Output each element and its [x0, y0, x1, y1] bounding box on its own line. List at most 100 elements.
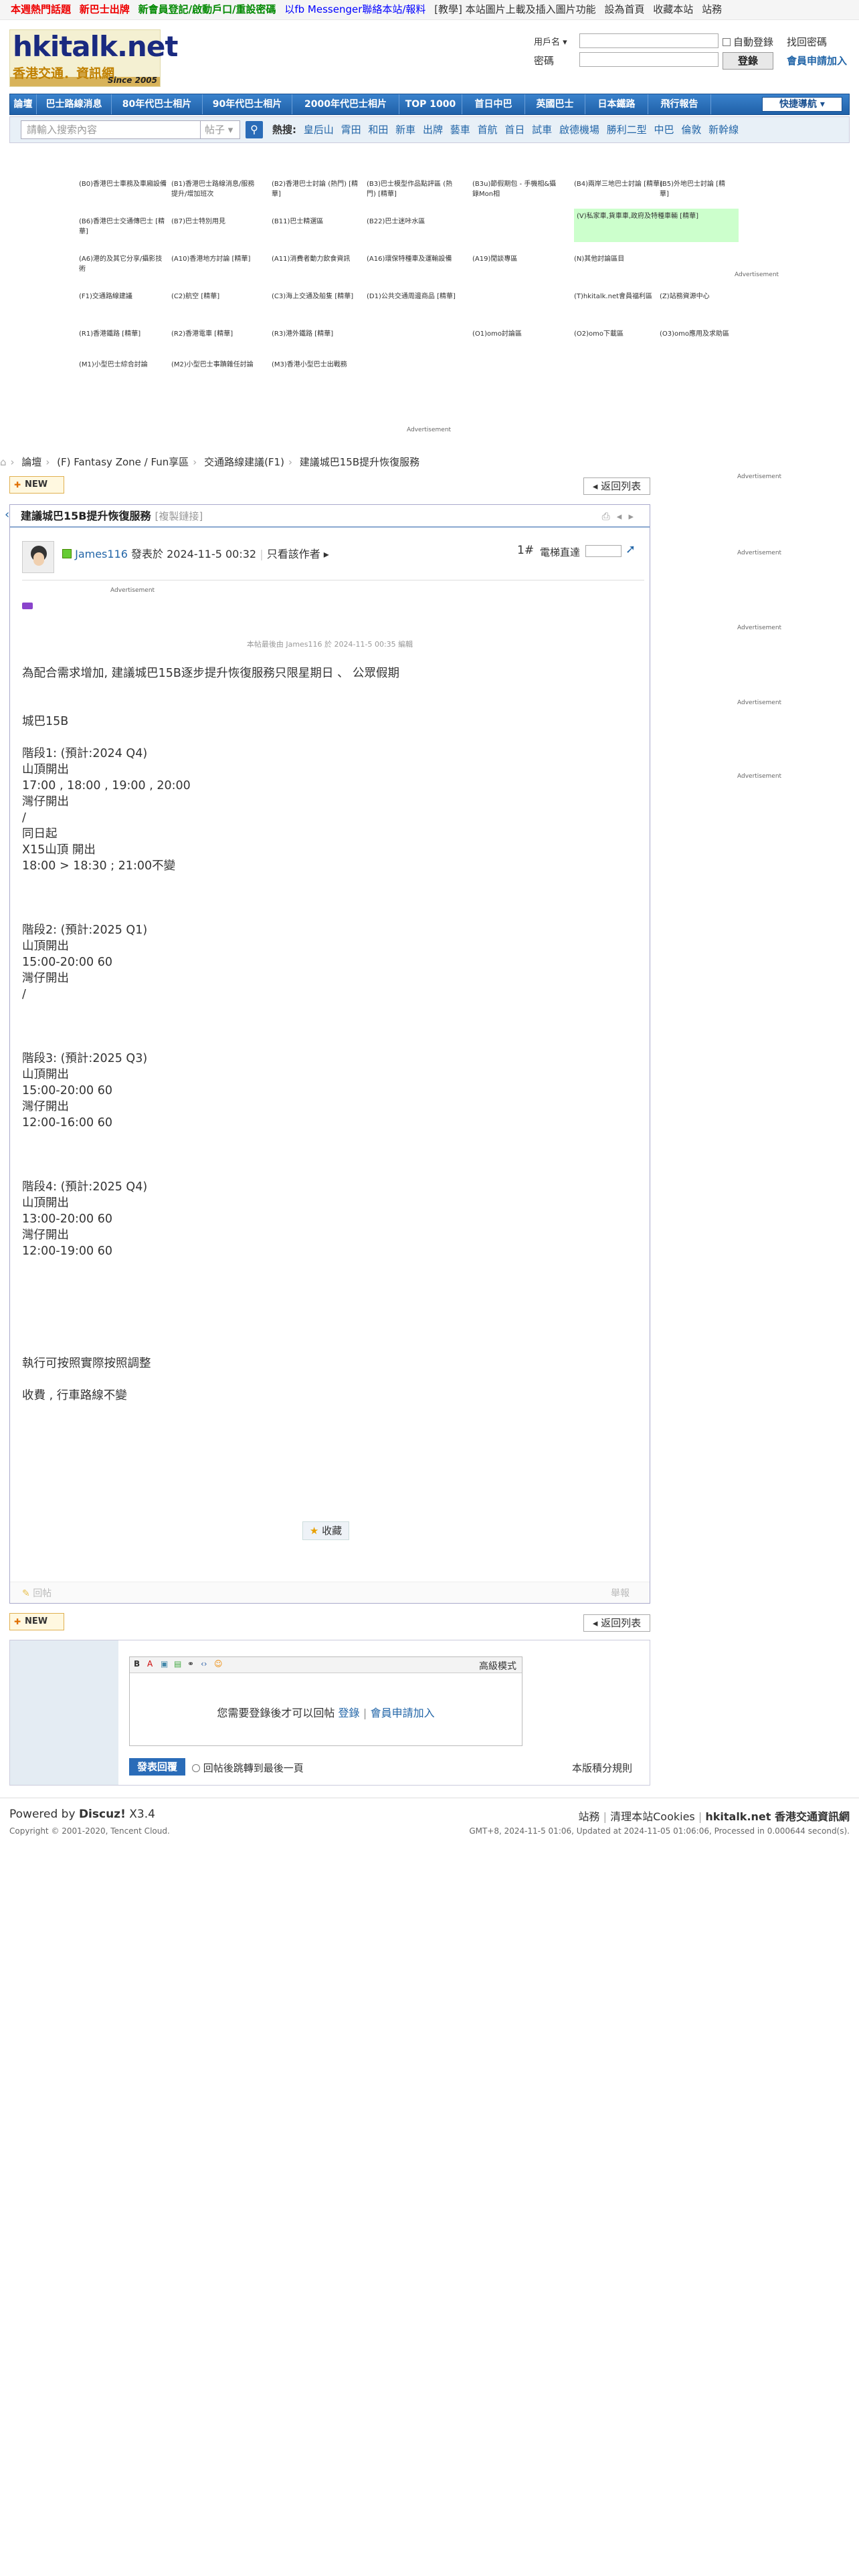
forum-link[interactable]: (B5)外地巴士討論 [精華]	[660, 179, 733, 199]
breadcrumb-item[interactable]: 交通路線建議(F1)	[204, 456, 284, 468]
hot-term[interactable]: 皇后山	[304, 124, 334, 136]
next-thread-icon[interactable]: ▸	[628, 510, 634, 522]
forum-link[interactable]: (M2)小型巴士事蹟雜任討論	[171, 360, 261, 370]
copy-link[interactable]: [複製鏈接]	[155, 510, 203, 522]
go-arrow-icon[interactable]: ➚	[626, 542, 636, 556]
favorite-button[interactable]: ★ 收藏	[302, 1521, 349, 1540]
link-site-affairs[interactable]: 站務	[702, 3, 722, 15]
footer-link[interactable]: hkitalk.net 香港交通資訊網	[705, 1810, 850, 1823]
chevron-left-icon[interactable]: ‹	[5, 508, 9, 522]
forum-link[interactable]: (O1)omo討論區	[472, 329, 562, 339]
nav-item-80s-photos[interactable]: 80年代巴士相片	[112, 94, 203, 114]
forum-link[interactable]: (T)hkitalk.net會員福利區	[574, 292, 664, 302]
forum-link[interactable]: (R2)香港電車 [精華]	[171, 329, 261, 339]
hot-term[interactable]: 新車	[395, 124, 415, 136]
forum-link[interactable]: (C2)航空 [精華]	[171, 292, 261, 302]
forum-link[interactable]: (B1)香港巴士路線消息/服務提升/增加班次	[171, 179, 261, 199]
nav-item-first-day-cmb[interactable]: 首日中巴	[462, 94, 525, 114]
hot-term[interactable]: 啟德機場	[559, 124, 599, 136]
forum-link[interactable]: (O3)omo應用及求助區	[660, 329, 733, 339]
forum-link[interactable]: (A10)香港地方討論 [精華]	[171, 254, 261, 264]
forum-link[interactable]: (B11)巴士精選區	[272, 217, 361, 227]
forum-link[interactable]: (C3)海上交通及船隻 [精華]	[272, 292, 361, 302]
smiley-icon[interactable]: ☺	[214, 1659, 223, 1669]
reply-editor[interactable]: B A ▣ ▤ ⚭ ‹› ☺ 高級模式 您需要登錄後才可以回帖 登錄 | 會員申…	[129, 1656, 522, 1746]
reply-link[interactable]: ✎ 回帖	[22, 1586, 52, 1600]
forum-link[interactable]: (M1)小型巴士綜合討論	[79, 360, 169, 370]
breadcrumb-item[interactable]: 論壇	[21, 456, 41, 468]
nav-item-top1000[interactable]: TOP 1000	[399, 94, 462, 114]
hot-term[interactable]: 出牌	[423, 124, 443, 136]
hot-term[interactable]: 藝車	[450, 124, 470, 136]
forgot-password-link[interactable]: 找回密碼	[787, 35, 827, 49]
username-input[interactable]	[579, 33, 719, 48]
forum-link[interactable]: (B4)兩岸三地巴士討論 [精華]	[574, 179, 664, 189]
reply-login-link[interactable]: 登錄	[339, 1707, 360, 1719]
search-input[interactable]: 請輸入搜索內容	[21, 120, 211, 139]
new-thread-button[interactable]: NEW	[9, 476, 64, 494]
forum-link[interactable]: (B3u)節假期包 - 手機相&攝錄Mon相	[472, 179, 562, 199]
forum-link[interactable]: (D1)公共交通周邊商品 [精華]	[367, 292, 456, 302]
advanced-mode-link[interactable]: 高級模式	[479, 1659, 516, 1673]
credit-rules-link[interactable]: 本版積分規則	[572, 1761, 632, 1775]
back-to-list-button[interactable]: ◂ 返回列表	[583, 477, 650, 495]
link-icon[interactable]: ⚭	[187, 1659, 194, 1669]
forum-link[interactable]: (B22)巴士迷咔水區	[367, 217, 456, 227]
link-bookmark-site[interactable]: 收藏本站	[653, 3, 693, 15]
nav-item-forum[interactable]: 論壇	[10, 94, 37, 114]
reply-register-link[interactable]: 會員申請加入	[371, 1707, 435, 1719]
hot-term[interactable]: 首日	[504, 124, 524, 136]
forum-link[interactable]: (B6)香港巴士交通傳巴士 [精華]	[79, 217, 169, 237]
new-thread-button-bottom[interactable]: NEW	[9, 1613, 64, 1630]
code-icon[interactable]: ‹›	[201, 1659, 207, 1669]
forum-link[interactable]: (A6)港的及其它分享/攝影技術	[79, 254, 169, 274]
forum-link[interactable]: (N)其他討論區目	[574, 254, 664, 264]
forum-link[interactable]: (Z)站務資源中心	[660, 292, 733, 302]
link-fb-messenger[interactable]: 以fb Messenger聯絡本站/報料	[284, 3, 425, 15]
back-to-list-button-bottom[interactable]: ◂ 返回列表	[583, 1614, 650, 1632]
forum-link[interactable]: (O2)omo下載區	[574, 329, 664, 339]
register-link[interactable]: 會員申請加入	[787, 53, 847, 68]
only-author-link[interactable]: 只看該作者	[267, 548, 320, 560]
breadcrumb-item[interactable]: (F) Fantasy Zone / Fun享區	[57, 456, 189, 468]
forum-link[interactable]: (B7)巴士特別用見	[171, 217, 261, 227]
hot-term[interactable]: 勝利二型	[607, 124, 647, 136]
jump-last-page-option[interactable]: 回帖後跳轉到最後一頁	[192, 1761, 304, 1775]
jump-floor-input[interactable]	[585, 545, 622, 557]
hot-term[interactable]: 和田	[368, 124, 388, 136]
hot-term[interactable]: 新幹線	[708, 124, 739, 136]
forum-link[interactable]: (R3)港外鐵路 [精華]	[272, 329, 361, 339]
nav-item-2000s-photos[interactable]: 2000年代巴士相片	[292, 94, 399, 114]
forum-link[interactable]: (F1)交通路線建議	[79, 292, 169, 302]
bold-icon[interactable]: B	[134, 1659, 140, 1669]
auto-login-checkbox[interactable]	[723, 38, 731, 46]
footer-link[interactable]: 清理本站Cookies	[610, 1810, 695, 1823]
footer-link[interactable]: 站務	[579, 1810, 600, 1823]
jump-last-page-checkbox[interactable]	[192, 1764, 200, 1772]
hot-term[interactable]: 倫敦	[681, 124, 701, 136]
login-button[interactable]: 登錄	[723, 52, 773, 70]
hot-term[interactable]: 霄田	[341, 124, 361, 136]
avatar[interactable]	[22, 541, 54, 573]
link-set-homepage[interactable]: 設為首頁	[604, 3, 644, 15]
nav-item-bus-routes[interactable]: 巴士路線消息	[37, 94, 112, 114]
home-icon[interactable]: ⌂	[0, 456, 7, 468]
attachment-icon[interactable]: ▤	[174, 1659, 181, 1669]
forum-link[interactable]: (V)私家車,貨車車,政府及特種車輛 [精華]	[574, 209, 739, 242]
hot-term[interactable]: 中巴	[654, 124, 674, 136]
quick-nav-button[interactable]: 快捷導航 ▾	[762, 97, 842, 112]
publish-reply-button[interactable]: 發表回覆	[129, 1758, 185, 1776]
link-image-tutorial[interactable]: [教學] 本站圖片上載及插入圖片功能	[434, 3, 595, 15]
nav-item-flight-report[interactable]: 飛行報告	[648, 94, 711, 114]
auto-login[interactable]: 自動登錄	[723, 35, 773, 49]
author-name[interactable]: James116	[75, 548, 128, 560]
nav-item-japan-rail[interactable]: 日本鐵路	[585, 94, 648, 114]
report-link[interactable]: 舉報	[611, 1586, 630, 1600]
print-icon[interactable]: ⎙	[602, 510, 610, 522]
nav-item-uk-bus[interactable]: 英國巴士	[525, 94, 585, 114]
hot-term[interactable]: 首航	[478, 124, 498, 136]
prev-thread-icon[interactable]: ◂	[617, 510, 622, 522]
forum-link[interactable]: (B2)香港巴士討論 (熱門) [精華]	[272, 179, 361, 199]
forum-link[interactable]: (A11)消費者動力飲食資訊	[272, 254, 361, 264]
forum-link[interactable]: (B0)香港巴士車務及車廂設備	[79, 179, 169, 189]
